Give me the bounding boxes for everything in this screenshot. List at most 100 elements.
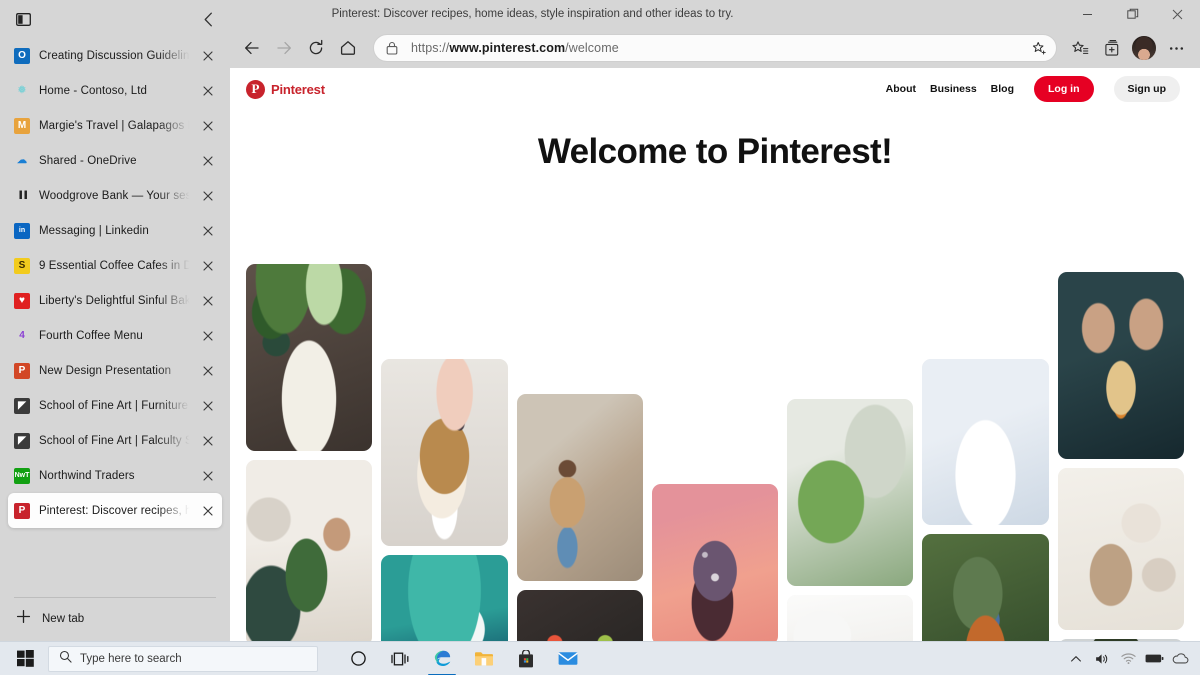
tab-item[interactable]: ❅ Home - Contoso, Ltd [8,73,222,108]
close-tab-icon[interactable] [200,468,216,484]
outlook-icon: O [14,47,30,64]
vertical-tabs-list[interactable]: O Creating Discussion Guidelines ❅ Home - C… [0,38,230,593]
contoso-icon: ❅ [17,84,27,96]
close-tab-icon[interactable] [200,398,216,414]
tab-item[interactable]: P Pinterest: Discover recipes, hom [8,493,222,528]
close-tab-icon[interactable] [200,258,216,274]
close-tab-icon[interactable] [200,48,216,64]
add-favorite-icon[interactable] [1026,36,1052,60]
page-title: Welcome to Pinterest! [537,132,893,171]
tab-title: Margie's Travel | Galapagos Isla [39,119,191,132]
campfire-pin[interactable] [1057,272,1184,459]
close-tab-icon[interactable] [200,223,216,239]
fairy-lights-jar-pin[interactable] [651,484,779,641]
pinterest-site-header: P Pinterest About Business Blog Log in S… [230,68,1200,110]
tab-item[interactable]: ♥ Liberty's Delightful Sinful Baker [8,283,222,318]
collections-button[interactable] [1096,32,1128,64]
close-button[interactable] [1155,0,1200,28]
tab-item[interactable]: ◤ School of Fine Art | Falculty Sho [8,423,222,458]
tab-title: Liberty's Delightful Sinful Baker [39,294,191,307]
title-bar: Pinterest: Discover recipes, home ideas,… [230,0,1200,28]
task-view-icon[interactable] [380,642,420,675]
profile-avatar[interactable] [1132,36,1156,60]
pinterest-mark-icon: P [246,79,265,99]
fourth-coffee-icon: 4 [19,329,25,341]
lock-icon[interactable] [386,41,400,55]
close-tab-icon[interactable] [200,188,216,204]
nav-link-blog[interactable]: Blog [991,83,1014,95]
favorites-button[interactable] [1064,32,1096,64]
tab-item[interactable]: P New Design Presentation [8,353,222,388]
start-button-icon[interactable] [4,642,46,675]
close-tab-icon[interactable] [200,363,216,379]
file-explorer-taskbar-icon[interactable] [464,642,504,675]
title-bar-drag-region: Pinterest: Discover recipes, home ideas,… [230,0,1065,28]
edge-taskbar-icon[interactable] [422,642,462,675]
onedrive-icon: ☁ [17,154,27,166]
refresh-button[interactable] [300,32,332,64]
knitting-cocoa-pin[interactable] [1057,468,1184,630]
powerpoint-icon: P [14,362,30,379]
taskbar-search-input[interactable]: Type here to search [48,645,318,672]
onedrive-tray-icon[interactable] [1168,642,1192,675]
address-bar[interactable]: https://www.pinterest.com/welcome [373,34,1057,62]
tab-item[interactable]: S 9 Essential Coffee Cafes in Dow [8,248,222,283]
url-text[interactable]: https://www.pinterest.com/welcome [400,41,1026,55]
close-tab-icon[interactable] [200,328,216,344]
white-bedroom-pin[interactable] [787,595,914,641]
volume-icon[interactable] [1090,642,1114,675]
pinterest-logo[interactable]: P Pinterest [246,79,325,99]
plant-interior-pin[interactable] [246,460,373,641]
signup-button[interactable]: Sign up [1113,76,1180,102]
tab-item[interactable]: 4 Fourth Coffee Menu [8,318,222,353]
pinterest-nav: About Business Blog Log in Sign up [886,76,1180,102]
avocado-toast-pin[interactable] [246,264,373,451]
vertical-tabs-toggle-icon[interactable] [12,8,34,30]
tab-title: Fourth Coffee Menu [39,329,143,342]
settings-and-more-button[interactable] [1160,32,1192,64]
tab-title: Northwind Traders [39,469,135,482]
street-style-pin[interactable] [516,394,643,581]
ocean-pool-pin[interactable] [381,555,508,641]
tab-item[interactable]: in Messaging | Linkedin [8,213,222,248]
login-button[interactable]: Log in [1034,76,1094,102]
restore-button[interactable] [1110,0,1155,28]
cortana-icon[interactable] [338,642,378,675]
divider [14,597,216,598]
battery-icon[interactable] [1142,642,1166,675]
tab-title: 9 Essential Coffee Cafes in Dow [39,259,191,272]
blueberry-cake-pin[interactable] [381,359,508,546]
pendant-lamp-pin[interactable] [922,359,1049,525]
back-button[interactable] [236,32,268,64]
forward-button[interactable] [268,32,300,64]
tab-title: New Design Presentation [39,364,172,377]
close-tab-icon[interactable] [200,83,216,99]
tab-item[interactable]: ☁ Shared - OneDrive [8,143,222,178]
close-tab-icon[interactable] [200,293,216,309]
pin-image [1057,468,1184,630]
tab-item[interactable]: ◤ School of Fine Art | Furniture D [8,388,222,423]
close-tab-icon[interactable] [200,153,216,169]
citrus-slices-pin[interactable] [516,590,643,641]
greenhouse-pin[interactable] [787,399,914,586]
tab-item[interactable]: O Creating Discussion Guidelines [8,38,222,73]
show-hidden-icons-chevron-icon[interactable] [1064,642,1088,675]
wifi-icon[interactable] [1116,642,1140,675]
new-tab-button[interactable]: New tab [8,603,222,635]
northwind-traders-icon: NwT [14,467,30,484]
system-tray [1064,642,1200,675]
close-tab-icon[interactable] [200,503,216,519]
leather-bag-pin[interactable] [922,534,1049,641]
mail-taskbar-icon[interactable] [548,642,588,675]
minimize-button[interactable] [1065,0,1110,28]
tab-item[interactable]: M Margie's Travel | Galapagos Isla [8,108,222,143]
nav-link-about[interactable]: About [886,83,916,95]
close-tab-icon[interactable] [200,433,216,449]
home-button[interactable] [332,32,364,64]
tab-item[interactable]: NwT Northwind Traders [8,458,222,493]
close-tab-icon[interactable] [200,118,216,134]
microsoft-store-taskbar-icon[interactable] [506,642,546,675]
tab-item[interactable]: ▐▐ Woodgrove Bank — Your sessio [8,178,222,213]
pin-image [246,264,373,451]
nav-link-business[interactable]: Business [930,83,977,95]
